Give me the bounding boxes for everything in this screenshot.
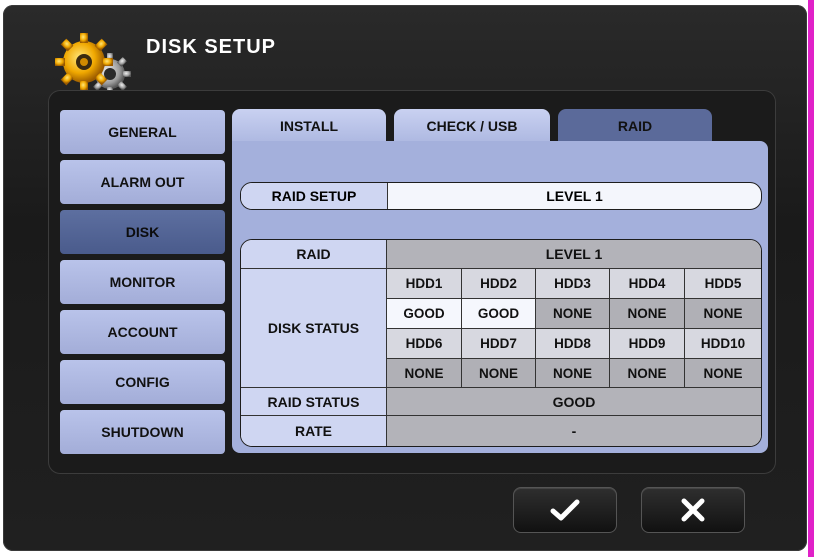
disk-status-label: DISK STATUS <box>241 269 387 388</box>
disk-status-hdd2: GOOD <box>462 299 536 329</box>
sidebar-item-alarm-out[interactable]: ALARM OUT <box>60 160 225 204</box>
sidebar-item-general[interactable]: GENERAL <box>60 110 225 154</box>
disk-name-hdd5: HDD5 <box>685 269 761 299</box>
disk-name-hdd6: HDD6 <box>387 329 462 359</box>
disk-name-hdd10: HDD10 <box>685 329 761 359</box>
tab-install[interactable]: INSTALL <box>232 109 386 143</box>
disk-status-hdd3: NONE <box>536 299 610 329</box>
window-accent-edge <box>808 0 814 557</box>
disk-status-hdd1: GOOD <box>387 299 462 329</box>
disk-name-hdd1: HDD1 <box>387 269 462 299</box>
page-title: DISK SETUP <box>146 36 277 58</box>
raid-status-table: RAID LEVEL 1 DISK STATUS HDD1 HDD2 HDD3 … <box>240 239 762 447</box>
rate-value: - <box>387 416 761 446</box>
sidebar-item-shutdown[interactable]: SHUTDOWN <box>60 410 225 454</box>
disk-name-hdd4: HDD4 <box>610 269 685 299</box>
disk-status-hdd9: NONE <box>610 359 685 388</box>
rate-label: RATE <box>241 416 387 446</box>
tab-check-usb[interactable]: CHECK / USB <box>394 109 550 143</box>
sidebar-item-config[interactable]: CONFIG <box>60 360 225 404</box>
disk-name-hdd7: HDD7 <box>462 329 536 359</box>
disk-name-hdd3: HDD3 <box>536 269 610 299</box>
raid-status-value: GOOD <box>387 388 761 416</box>
disk-status-hdd7: NONE <box>462 359 536 388</box>
disk-name-hdd2: HDD2 <box>462 269 536 299</box>
cancel-button[interactable] <box>641 487 745 533</box>
raid-value: LEVEL 1 <box>387 240 761 269</box>
raid-setup-label: RAID SETUP <box>241 183 388 209</box>
disk-status-hdd10: NONE <box>685 359 761 388</box>
disk-status-hdd8: NONE <box>536 359 610 388</box>
close-icon <box>681 498 705 522</box>
raid-label: RAID <box>241 240 387 269</box>
checkmark-icon <box>550 499 580 521</box>
disk-name-hdd9: HDD9 <box>610 329 685 359</box>
sidebar-item-disk[interactable]: DISK <box>60 210 225 254</box>
disk-name-hdd8: HDD8 <box>536 329 610 359</box>
raid-setup-row: RAID SETUP LEVEL 1 <box>240 182 762 210</box>
sidebar-item-monitor[interactable]: MONITOR <box>60 260 225 304</box>
raid-status-label: RAID STATUS <box>241 388 387 416</box>
confirm-button[interactable] <box>513 487 617 533</box>
tab-raid[interactable]: RAID <box>558 109 712 143</box>
disk-status-hdd5: NONE <box>685 299 761 329</box>
disk-status-hdd4: NONE <box>610 299 685 329</box>
sidebar-item-account[interactable]: ACCOUNT <box>60 310 225 354</box>
raid-setup-select[interactable]: LEVEL 1 <box>388 183 761 209</box>
sidebar: GENERAL ALARM OUT DISK MONITOR ACCOUNT C… <box>60 110 225 460</box>
disk-status-hdd6: NONE <box>387 359 462 388</box>
